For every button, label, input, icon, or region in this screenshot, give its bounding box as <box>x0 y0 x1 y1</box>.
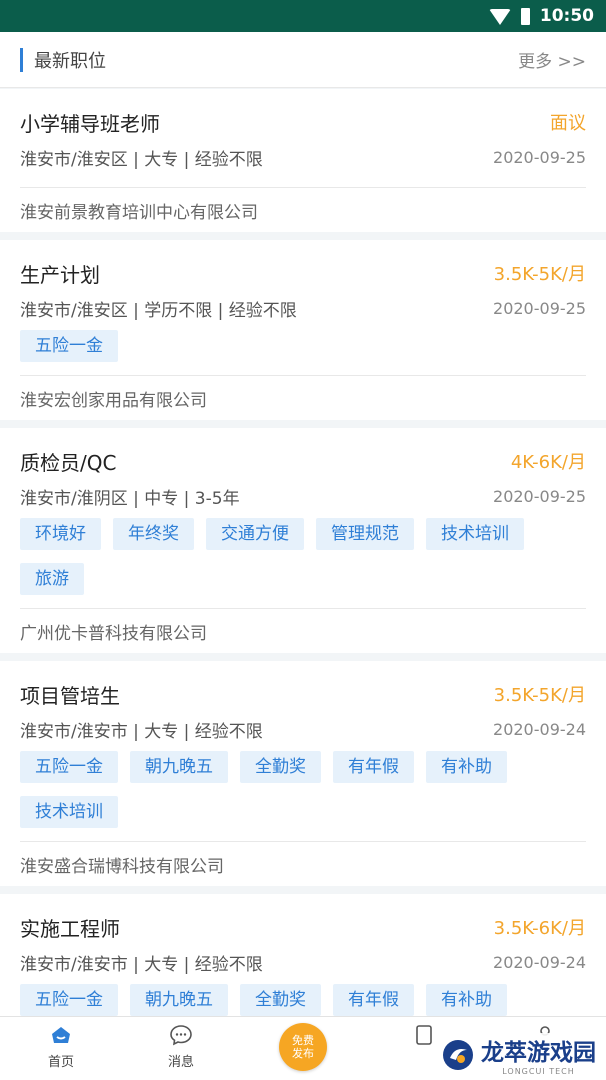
job-tag: 年终奖 <box>113 518 194 550</box>
section-header: 最新职位 更多 >> <box>0 32 606 88</box>
job-tag: 管理规范 <box>316 518 414 550</box>
job-company: 广州优卡普科技有限公司 <box>20 608 586 653</box>
job-card[interactable]: 小学辅导班老师 面议 淮安市/淮安区 | 大专 | 经验不限 2020-09-2… <box>0 89 606 232</box>
job-tags: 五险一金 朝九晚五 全勤奖 有年假 有补助 技术培训 <box>20 751 586 841</box>
job-meta: 淮安市/淮安市 | 大专 | 经验不限 <box>20 954 263 975</box>
job-tag: 环境好 <box>20 518 101 550</box>
publish-button[interactable]: 免费 发布 <box>279 1023 327 1071</box>
job-tags: 环境好 年终奖 交通方便 管理规范 技术培训 旅游 <box>20 518 586 608</box>
job-tag: 技术培训 <box>20 796 118 828</box>
job-salary: 面议 <box>550 113 586 134</box>
job-tag: 有年假 <box>333 751 414 783</box>
job-tag: 有补助 <box>426 984 507 1016</box>
watermark-swirl-icon <box>443 1039 473 1070</box>
watermark-title: 龙萃游戏园 <box>481 1040 596 1066</box>
job-list[interactable]: 小学辅导班老师 面议 淮安市/淮安区 | 大专 | 经验不限 2020-09-2… <box>0 89 606 1016</box>
chat-icon <box>170 1025 192 1046</box>
job-salary: 3.5K-6K/月 <box>493 918 586 939</box>
job-title: 项目管培生 <box>20 683 120 708</box>
job-tag: 交通方便 <box>206 518 304 550</box>
job-title: 质检员/QC <box>20 450 117 475</box>
job-salary: 4K-6K/月 <box>510 452 586 473</box>
more-link[interactable]: 更多 >> <box>518 47 586 72</box>
job-company: 淮安前景教育培训中心有限公司 <box>20 187 586 232</box>
tab-messages-label: 消息 <box>167 1055 194 1070</box>
job-title: 实施工程师 <box>20 916 120 941</box>
job-tag: 朝九晚五 <box>130 984 228 1016</box>
status-bar: 10:50 <box>0 0 606 32</box>
tab-home[interactable]: 首页 <box>21 1023 101 1070</box>
job-card[interactable]: 项目管培生 3.5K-5K/月 淮安市/淮安市 | 大专 | 经验不限 2020… <box>0 661 606 886</box>
job-tag: 五险一金 <box>20 984 118 1016</box>
document-icon <box>416 1025 432 1045</box>
job-title: 小学辅导班老师 <box>20 111 160 136</box>
job-tags: 五险一金 朝九晚五 全勤奖 有年假 有补助 <box>20 984 586 1016</box>
job-tag: 技术培训 <box>426 518 524 550</box>
job-card[interactable]: 质检员/QC 4K-6K/月 淮安市/淮阴区 | 中专 | 3-5年 2020-… <box>0 428 606 653</box>
job-card[interactable]: 生产计划 3.5K-5K/月 淮安市/淮安区 | 学历不限 | 经验不限 202… <box>0 240 606 420</box>
section-accent-bar <box>20 47 23 72</box>
status-time: 10:50 <box>539 6 594 26</box>
job-date: 2020-09-24 <box>493 719 586 739</box>
section-title: 最新职位 <box>20 47 106 73</box>
job-tags: 五险一金 <box>20 330 586 375</box>
tab-messages[interactable]: 消息 <box>141 1023 221 1070</box>
job-date: 2020-09-24 <box>493 952 586 972</box>
home-icon <box>52 1027 70 1043</box>
job-salary: 3.5K-5K/月 <box>493 264 586 285</box>
job-company: 淮安宏创家用品有限公司 <box>20 375 586 420</box>
job-tag: 旅游 <box>20 563 84 595</box>
job-tag: 五险一金 <box>20 330 118 362</box>
job-card[interactable]: 实施工程师 3.5K-6K/月 淮安市/淮安市 | 大专 | 经验不限 2020… <box>0 894 606 1016</box>
battery-icon <box>520 7 530 25</box>
job-tag: 朝九晚五 <box>130 751 228 783</box>
job-tag: 有年假 <box>333 984 414 1016</box>
section-title-text: 最新职位 <box>34 50 106 72</box>
wifi-icon <box>488 9 511 25</box>
job-meta: 淮安市/淮安区 | 大专 | 经验不限 <box>20 149 263 170</box>
job-meta: 淮安市/淮安区 | 学历不限 | 经验不限 <box>20 300 297 321</box>
job-meta: 淮安市/淮阴区 | 中专 | 3-5年 <box>20 488 240 509</box>
tab-home-label: 首页 <box>47 1055 74 1070</box>
job-date: 2020-09-25 <box>493 486 586 506</box>
job-company: 淮安盛合瑞博科技有限公司 <box>20 841 586 886</box>
job-salary: 3.5K-5K/月 <box>493 685 586 706</box>
publish-label-1: 免费 <box>292 1034 314 1047</box>
job-title: 生产计划 <box>20 262 100 287</box>
watermark-subtitle: LONGCUI TECH <box>502 1067 575 1076</box>
publish-label-2: 发布 <box>292 1047 314 1060</box>
bottom-tab-bar: 首页 消息 免费 发布 龙萃游戏园 LONGCUI TECH <box>0 1016 606 1080</box>
job-tag: 全勤奖 <box>240 984 321 1016</box>
job-date: 2020-09-25 <box>493 298 586 318</box>
job-tag: 五险一金 <box>20 751 118 783</box>
job-meta: 淮安市/淮安市 | 大专 | 经验不限 <box>20 721 263 742</box>
job-date: 2020-09-25 <box>493 147 586 167</box>
job-tag: 全勤奖 <box>240 751 321 783</box>
job-tag: 有补助 <box>426 751 507 783</box>
watermark-logo: 龙萃游戏园 LONGCUI TECH <box>441 1033 596 1076</box>
